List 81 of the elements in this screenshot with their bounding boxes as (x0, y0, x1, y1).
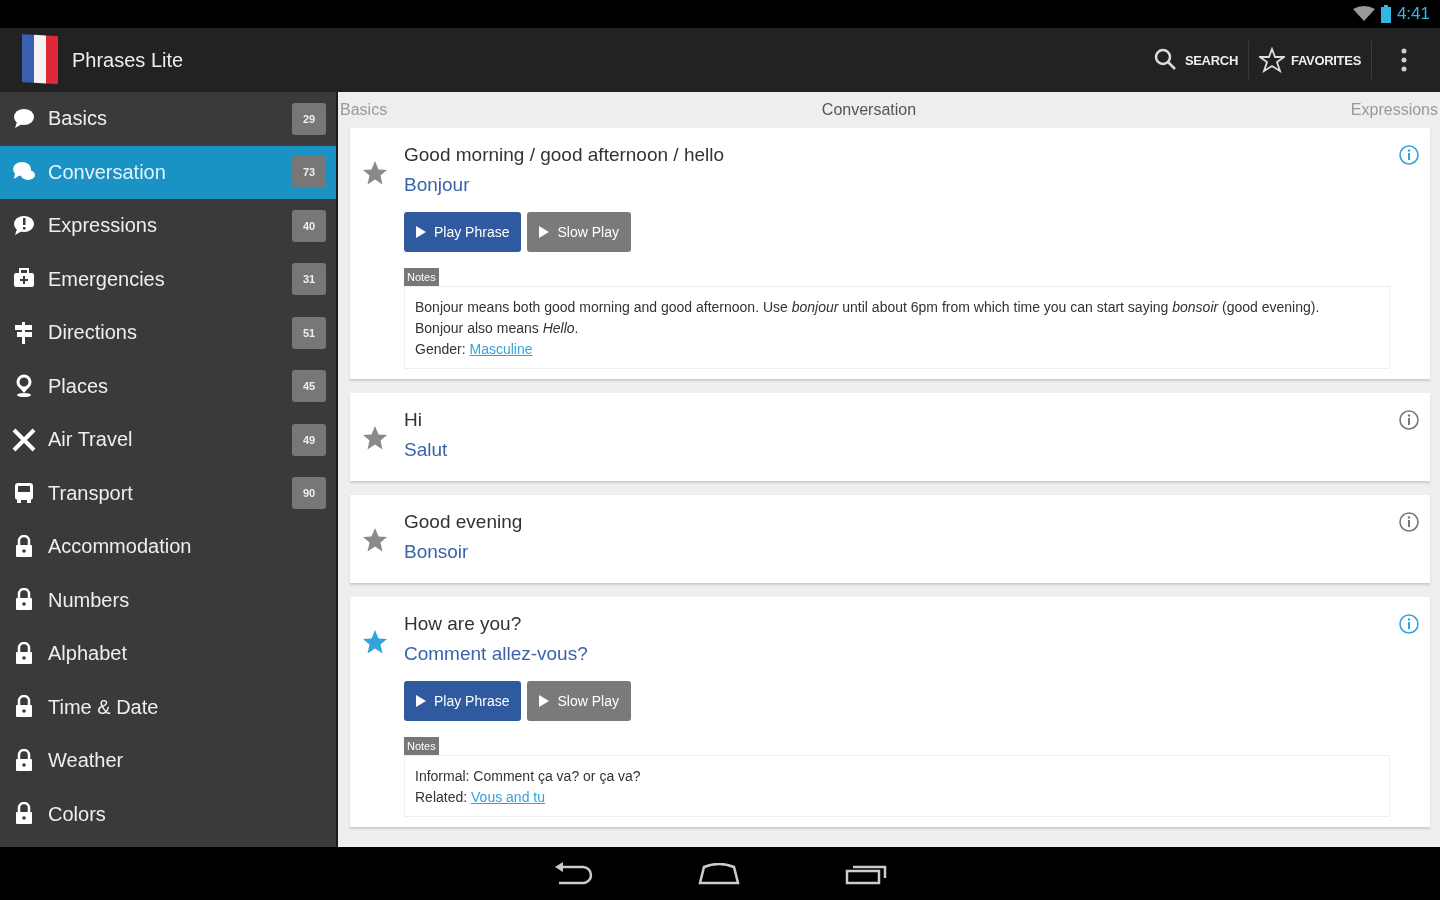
item-label: Numbers (48, 588, 131, 612)
sidebar-item[interactable]: Numbers (0, 573, 336, 627)
overflow-menu-icon[interactable] (1400, 47, 1408, 73)
count-badge: 31 (292, 263, 326, 296)
item-label: Places (48, 374, 110, 398)
slow-play-button[interactable]: Slow Play (527, 681, 631, 721)
item-label: Weather (48, 749, 125, 773)
item-label: Directions (48, 321, 138, 345)
star-icon (1259, 47, 1285, 73)
sidebar-item[interactable]: Emergencies 31 (0, 252, 336, 306)
note-text: Gender: (415, 341, 466, 357)
phrase-french: Comment allez-vous? (404, 643, 588, 665)
sidebar-item[interactable]: Air Travel 49 (0, 413, 336, 467)
tab[interactable]: Conversation (821, 101, 917, 119)
play-icon (539, 695, 550, 707)
play-icon (539, 226, 550, 238)
slow-play-button[interactable]: Slow Play (527, 212, 631, 252)
note-text: Bonjour also means Hello. (415, 319, 580, 338)
phrase-french: Bonsoir (404, 541, 469, 563)
clock-time: 4:41 (1396, 4, 1430, 24)
notes-label: Notes (404, 268, 439, 286)
home-icon[interactable] (698, 862, 740, 885)
note-text: Bonjour means both good morning and good afternoon. Use bonjour until about 6pm from which time you can start saying bonsoir (good evening). (415, 298, 1321, 317)
item-label: Emergencies (48, 267, 166, 291)
sidebar-item[interactable]: Colors (0, 787, 336, 841)
sidebar-item[interactable]: Weather (0, 734, 336, 788)
phrase-french: Salut (404, 439, 448, 461)
phrase-english: Hi (404, 409, 422, 431)
count-badge: 40 (292, 209, 326, 242)
item-label: Transport (48, 481, 134, 505)
sidebar-item[interactable]: Places 45 (0, 359, 336, 413)
sidebar-item[interactable]: Basics 29 (0, 92, 336, 146)
note-text: Informal: Comment ça va? or ça va? (415, 767, 642, 786)
count-badge: 73 (292, 156, 326, 189)
info-icon[interactable] (1398, 144, 1420, 166)
item-label: Accommodation (48, 535, 193, 559)
note-text: Related: (415, 789, 468, 805)
phrase-french: Bonjour (404, 174, 470, 196)
battery-icon (1380, 5, 1391, 23)
bus-icon (12, 481, 36, 506)
notes-label: Notes (404, 737, 439, 755)
sidebar-item[interactable]: Conversation 73 (0, 145, 336, 199)
play-button[interactable]: Play Phrase (404, 212, 522, 252)
count-badge: 29 (292, 102, 326, 135)
item-label: Alphabet (48, 642, 128, 666)
speech-bubble-icon (12, 106, 36, 131)
back-icon[interactable] (553, 860, 593, 887)
count-badge: 49 (292, 423, 326, 456)
sidebar-item[interactable]: Alphabet (0, 627, 336, 681)
sidebar-item[interactable]: Transport 90 (0, 466, 336, 520)
phrase-english: How are you? (404, 613, 522, 635)
item-label: Time & Date (48, 695, 160, 719)
info-icon[interactable] (1398, 409, 1420, 431)
count-badge: 45 (292, 370, 326, 403)
star-icon[interactable] (362, 629, 388, 655)
wifi-icon (1352, 6, 1375, 22)
favorites-button[interactable]: FAVORITES (1249, 41, 1372, 79)
play-icon (416, 695, 426, 707)
sidebar-item[interactable]: Directions 51 (0, 306, 336, 360)
star-icon[interactable] (362, 527, 388, 553)
info-icon[interactable] (1398, 613, 1420, 635)
info-icon[interactable] (1398, 511, 1420, 533)
star-icon[interactable] (362, 425, 388, 451)
count-badge: 51 (292, 316, 326, 349)
app-title: Phrases Lite (72, 48, 184, 72)
item-label: Colors (48, 802, 107, 826)
search-button[interactable]: SEARCH (1142, 41, 1249, 79)
sidebar-item[interactable]: Accommodation (0, 520, 336, 574)
item-label: Basics (48, 107, 108, 131)
item-label: Conversation (48, 160, 167, 184)
count-badge: 90 (292, 477, 326, 510)
play-button[interactable]: Play Phrase (404, 681, 522, 721)
sidebar-item[interactable]: Expressions 40 (0, 199, 336, 253)
phrase-english: Good morning / good afternoon / hello (404, 144, 725, 166)
sidebar-item[interactable]: Time & Date (0, 680, 336, 734)
phrase-english: Good evening (404, 511, 523, 533)
star-icon[interactable] (362, 160, 388, 186)
exclamation-bubble-icon (12, 213, 36, 238)
play-icon (416, 226, 426, 238)
item-label: Air Travel (48, 428, 134, 452)
item-label: Expressions (48, 214, 158, 238)
